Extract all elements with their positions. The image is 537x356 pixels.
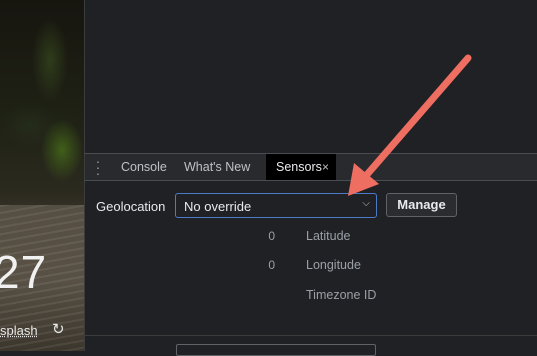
latitude-label: Latitude — [306, 229, 351, 243]
tab-sensors-label: Sensors — [276, 160, 322, 174]
orientation-select[interactable] — [176, 344, 376, 356]
longitude-label: Longitude — [306, 258, 361, 272]
devtools-main-pane — [84, 0, 537, 153]
background-photo: 27 splash ↻ — [0, 0, 84, 351]
latitude-value: 0 — [268, 229, 275, 243]
drawer-tab-bar: · · · Console What's New Sensors × — [84, 153, 537, 181]
photo-credit-link[interactable]: splash — [0, 323, 38, 338]
chevron-down-icon: ⌵ — [362, 198, 370, 209]
location-select-value: No override — [184, 199, 252, 214]
tab-console[interactable]: Console — [121, 154, 167, 180]
location-select[interactable]: No override ⌵ — [175, 193, 377, 218]
tab-sensors[interactable]: Sensors × — [266, 154, 336, 180]
refresh-icon[interactable]: ↻ — [52, 320, 65, 338]
close-icon[interactable]: × — [322, 154, 329, 180]
tab-whats-new[interactable]: What's New — [184, 154, 250, 180]
drawer-menu-icon[interactable]: · · · — [95, 154, 101, 180]
section-divider — [85, 335, 537, 336]
longitude-value: 0 — [268, 258, 275, 272]
geolocation-label: Geolocation — [96, 199, 166, 214]
timezone-label: Timezone ID — [306, 288, 377, 302]
manage-button[interactable]: Manage — [386, 193, 457, 217]
clock-text: 27 — [0, 246, 48, 298]
